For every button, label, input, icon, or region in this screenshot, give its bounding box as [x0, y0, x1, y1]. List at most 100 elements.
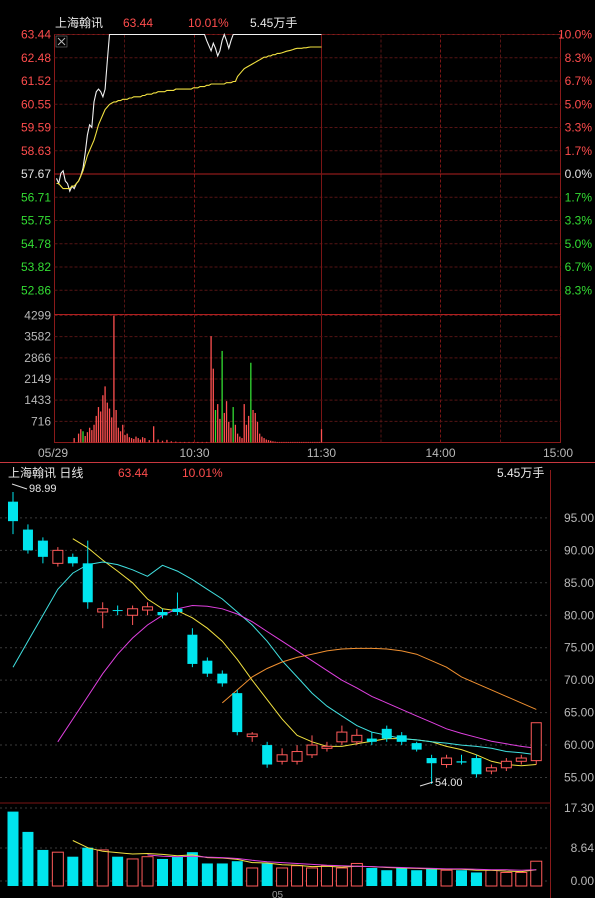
daily-candle-body	[157, 612, 168, 616]
daily-price-tick: 95.00	[564, 511, 594, 525]
daily-volume-bar	[37, 849, 49, 886]
daily-volume-bar	[7, 811, 19, 886]
daily-price-tick: 70.00	[564, 673, 594, 687]
intraday-pct-tick: 1.7%	[565, 144, 593, 158]
daily-volume-bar	[381, 870, 393, 886]
daily-volume-bar	[320, 865, 333, 887]
low-annotation: 54.00	[419, 777, 463, 789]
daily-volume-tick: 8.64	[571, 841, 595, 855]
low-annotation-label: 54.00	[435, 777, 463, 789]
intraday-stock-name: 上海翰讯	[55, 15, 103, 30]
daily-volume-bar	[276, 867, 289, 887]
daily-change-pct: 10.01%	[182, 466, 223, 480]
intraday-volume-tick: 4299	[24, 309, 51, 323]
daily-candle-body	[306, 744, 318, 756]
daily-candle-body	[22, 529, 33, 551]
intraday-volume-axis: 4299 3582 2866 2149 1433 716	[24, 309, 51, 429]
daily-candle-body	[262, 745, 273, 765]
intraday-volume-total: 5.45万手	[250, 16, 297, 30]
daily-title: 上海翰讯 日线	[8, 465, 83, 480]
high-annotation-label: 98.99	[29, 483, 57, 495]
daily-candle-body	[515, 757, 527, 762]
intraday-volume-tick: 1433	[24, 393, 51, 407]
intraday-avg-price-line	[56, 46, 322, 190]
daily-price-axis: 95.00 90.00 85.00 80.00 75.00 70.00 65.00 60.00…	[564, 511, 594, 785]
daily-volume-bar	[96, 849, 109, 887]
daily-volume-tick: 17.30	[564, 801, 594, 815]
intraday-price-tick: 55.75	[21, 214, 51, 228]
daily-candle-body	[172, 608, 183, 613]
daily-volume-bar	[440, 869, 453, 887]
daily-price-tick: 55.00	[564, 771, 594, 785]
intraday-grid	[54, 34, 561, 443]
daily-candle-body	[97, 608, 109, 613]
daily-volume-axis: 17.30 8.64 0.00	[564, 801, 594, 888]
intraday-pct-tick: 6.7%	[565, 74, 593, 88]
stock-chart-canvas: 63.44 62.48 61.52 60.55 59.59 58.63 57.67 56.71…	[0, 15, 595, 898]
daily-volume-bar	[530, 860, 543, 887]
intraday-pct-tick: 3.3%	[565, 214, 593, 228]
daily-candle-body	[202, 660, 213, 674]
daily-volume-bar	[201, 863, 213, 886]
intraday-pct-tick: 5.0%	[565, 97, 593, 111]
daily-candle-body	[142, 606, 154, 611]
daily-candle-body	[187, 634, 198, 664]
intraday-change-pct: 10.01%	[188, 16, 229, 30]
intraday-frame	[54, 34, 561, 443]
daily-candle-body	[112, 610, 123, 612]
intraday-price-tick: 58.63	[21, 144, 51, 158]
daily-candle-body	[456, 761, 467, 763]
daily-candle-body	[246, 733, 258, 738]
daily-ma5-line	[72, 538, 537, 767]
daily-volume-bar	[216, 863, 228, 886]
intraday-pct-tick: 0.0%	[565, 167, 593, 181]
daily-candle-body	[351, 734, 363, 743]
intraday-price-tick: 52.86	[21, 283, 51, 297]
intraday-price-tick: 62.48	[21, 51, 51, 65]
intraday-time-tick: 05/29	[38, 446, 68, 460]
daily-candle-body	[411, 743, 422, 750]
daily-candle-body	[321, 745, 333, 749]
daily-candle-body	[336, 731, 348, 743]
daily-volume-bar	[22, 831, 34, 886]
daily-candle-body	[37, 540, 48, 557]
daily-grid	[0, 470, 551, 898]
daily-candle-body	[217, 673, 228, 684]
daily-volume-bar	[112, 856, 124, 886]
daily-candle-body	[441, 757, 453, 766]
daily-price-tick: 80.00	[564, 608, 594, 622]
daily-volume-bar	[470, 872, 482, 886]
intraday-price-tick: 54.78	[21, 237, 51, 251]
daily-candle-body	[232, 693, 243, 733]
daily-volume-bar	[82, 847, 94, 886]
intraday-last-price: 63.44	[123, 16, 153, 30]
daily-candle-body	[396, 735, 407, 742]
daily-volume-bar	[335, 867, 348, 887]
daily-volume-bar	[126, 858, 139, 887]
daily-candle-body	[366, 738, 377, 742]
daily-volume-bar	[291, 865, 304, 887]
daily-volume-bar	[51, 851, 64, 887]
daily-candle-body	[291, 751, 303, 762]
close-icon[interactable]	[55, 35, 68, 48]
intraday-price-tick: 53.82	[21, 260, 51, 274]
intraday-time-tick: 15:00	[543, 446, 573, 460]
intraday-time-tick: 11:30	[307, 446, 336, 460]
daily-volume-bar	[485, 869, 498, 887]
daily-volume-bar	[246, 867, 259, 887]
daily-candle-body	[127, 608, 139, 616]
daily-candle-body	[52, 549, 64, 564]
high-annotation: 98.99	[11, 483, 57, 495]
daily-price-tick: 60.00	[564, 738, 594, 752]
intraday-pct-tick: 3.3%	[565, 121, 593, 135]
daily-volume-bars	[7, 811, 543, 887]
daily-price-tick: 85.00	[564, 576, 594, 590]
intraday-price-tick: 57.67	[21, 167, 51, 181]
intraday-pct-tick: 1.7%	[565, 190, 593, 204]
daily-volume-bar	[171, 856, 183, 886]
daily-ma60-line	[221, 647, 537, 710]
intraday-pct-tick: 6.7%	[565, 260, 593, 274]
daily-bottom-label: 05	[272, 890, 284, 898]
daily-candle-body	[67, 556, 78, 564]
intraday-pct-tick: 10.0%	[558, 28, 592, 42]
